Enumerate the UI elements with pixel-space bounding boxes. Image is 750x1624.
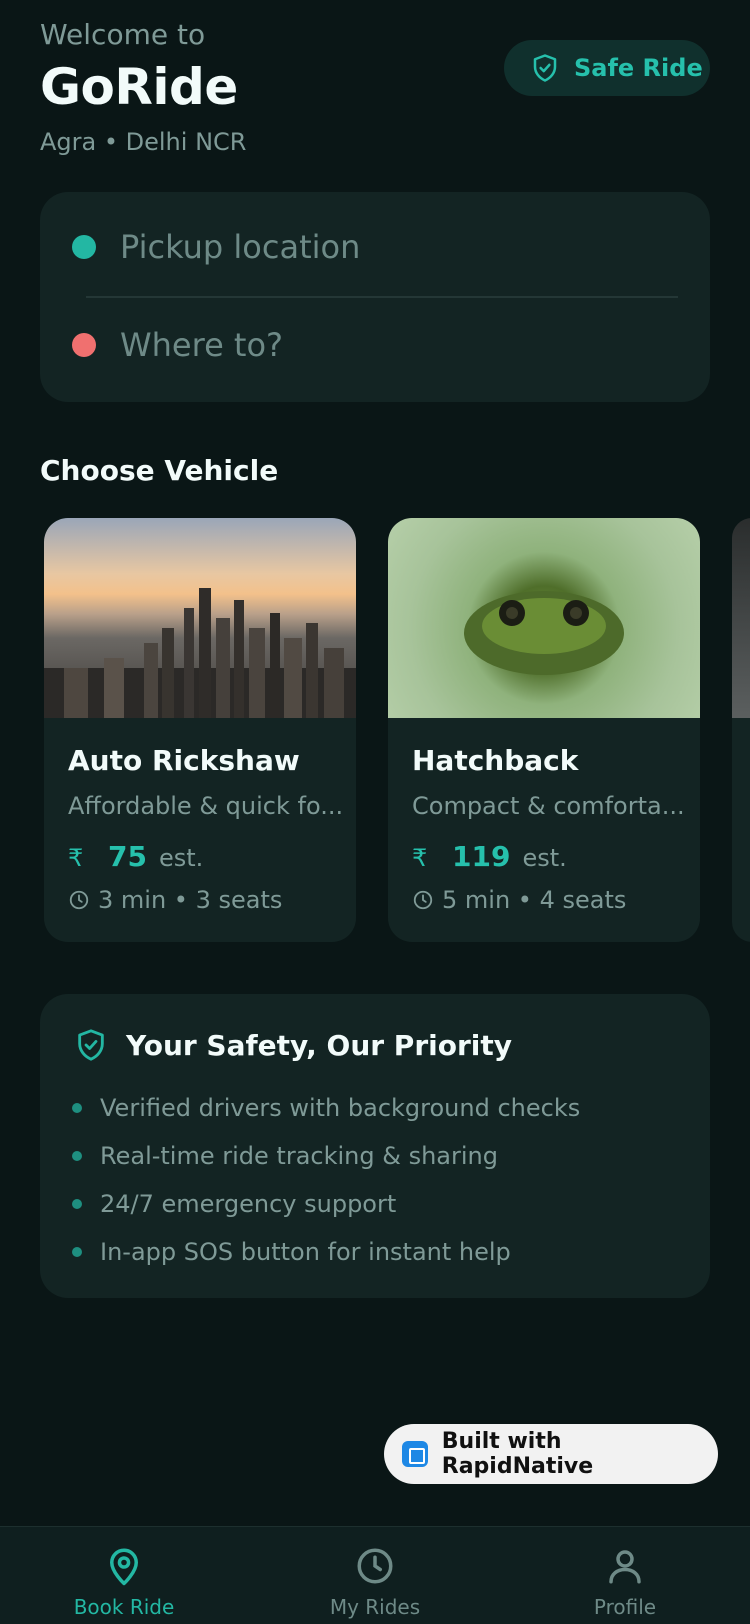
user-icon: [609, 1550, 641, 1584]
safety-title: Your Safety, Our Priority: [126, 1028, 513, 1062]
safe-ride-label: Safe Ride: [574, 54, 703, 82]
dropoff-dot-icon: [72, 333, 96, 357]
list-item: In-app SOS button for instant help: [72, 1228, 580, 1276]
shield-check-icon: [78, 1029, 104, 1061]
built-with-badge[interactable]: Built with RapidNative: [384, 1424, 718, 1484]
safety-header: Your Safety, Our Priority: [74, 1028, 512, 1062]
list-item: Verified drivers with background checks: [72, 1084, 580, 1132]
bullet-icon: [72, 1151, 82, 1161]
safe-ride-button[interactable]: Safe Ride: [504, 40, 710, 96]
map-pin-icon: [110, 1548, 138, 1586]
price-value: 75: [108, 840, 147, 873]
nav-label: My Rides: [329, 1595, 421, 1619]
clock-icon: [69, 890, 89, 910]
vehicle-price: ₹ 119 est.: [412, 840, 567, 873]
built-with-label: Built with RapidNative: [441, 1429, 594, 1479]
vehicle-card-auto-rickshaw[interactable]: Auto Rickshaw Affordable & quick fo... ₹…: [44, 518, 356, 942]
welcome-text: Welcome to: [40, 18, 206, 51]
safety-item-text: 24/7 emergency support: [100, 1190, 397, 1218]
vehicle-description: Affordable & quick fo...: [68, 792, 344, 820]
section-title-vehicles: Choose Vehicle: [40, 454, 279, 487]
price-suffix: est.: [522, 844, 567, 872]
current-location: Agra • Delhi NCR: [40, 128, 247, 156]
price-suffix: est.: [158, 844, 204, 872]
rupee-icon: ₹: [412, 844, 428, 872]
divider: [86, 296, 678, 298]
nav-item-my-rides[interactable]: My Rides: [275, 1545, 475, 1619]
safety-item-text: Verified drivers with background checks: [100, 1094, 581, 1122]
dropoff-row: [72, 326, 640, 364]
vehicle-image: [388, 518, 700, 718]
home-screen: Welcome to GoRide Agra • Delhi NCR Safe …: [0, 0, 750, 1624]
nav-item-book-ride[interactable]: Book Ride: [24, 1545, 224, 1619]
safety-item-text: Real-time ride tracking & sharing: [100, 1142, 498, 1170]
clock-icon: [357, 1548, 393, 1584]
pickup-row: [72, 228, 640, 266]
vehicle-meta: 3 min • 3 seats: [68, 886, 282, 914]
vehicle-price: ₹ 75 est.: [68, 840, 203, 873]
shield-check-icon: [533, 54, 557, 82]
nav-label: Book Ride: [73, 1595, 175, 1619]
location-card: [40, 192, 710, 402]
rupee-icon: ₹: [68, 844, 84, 872]
nav-label: Profile: [593, 1595, 657, 1619]
safety-card: Your Safety, Our Priority Verified drive…: [40, 994, 710, 1298]
clock-icon: [413, 890, 433, 910]
eta-seats-text: 3 min • 3 seats: [98, 886, 283, 914]
list-item: 24/7 emergency support: [72, 1180, 580, 1228]
vehicle-card-partial[interactable]: [732, 518, 750, 942]
vehicle-image: [44, 518, 356, 718]
dropoff-input[interactable]: [120, 326, 640, 364]
vehicle-meta: 5 min • 4 seats: [412, 886, 626, 914]
price-value: 119: [452, 840, 511, 873]
vehicle-description: Compact & comforta...: [412, 792, 685, 820]
pickup-dot-icon: [72, 235, 96, 259]
rapidnative-logo-icon: [402, 1441, 428, 1467]
vehicle-name: Auto Rickshaw: [68, 744, 300, 777]
bullet-icon: [72, 1199, 82, 1209]
pickup-input[interactable]: [120, 228, 640, 266]
vehicle-card-hatchback[interactable]: Hatchback Compact & comforta... ₹ 119 es…: [388, 518, 700, 942]
eta-seats-text: 5 min • 4 seats: [442, 886, 627, 914]
vehicle-image: [732, 518, 750, 718]
bullet-icon: [72, 1247, 82, 1257]
app-title: GoRide: [40, 58, 238, 116]
safety-item-text: In-app SOS button for instant help: [100, 1238, 511, 1266]
safety-list: Verified drivers with background checks …: [72, 1084, 580, 1276]
nav-item-profile[interactable]: Profile: [525, 1545, 725, 1619]
bottom-nav: Book Ride My Rides Profile: [0, 1526, 750, 1624]
bullet-icon: [72, 1103, 82, 1113]
list-item: Real-time ride tracking & sharing: [72, 1132, 580, 1180]
vehicle-name: Hatchback: [412, 744, 579, 777]
